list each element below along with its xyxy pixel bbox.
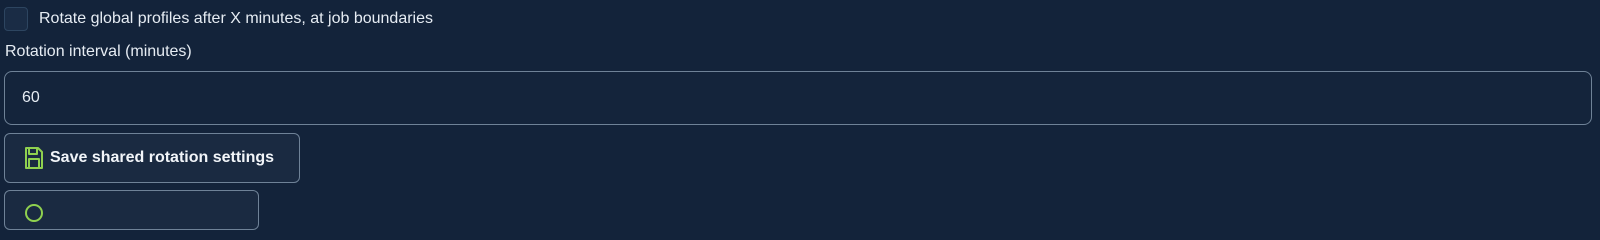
floppy-disk-icon [24,146,44,170]
rotate-profiles-option[interactable]: Rotate global profiles after X minutes, … [4,6,433,32]
rotation-interval-label: Rotation interval (minutes) [5,43,192,60]
circle-icon [24,203,44,223]
secondary-action-button[interactable] [4,190,259,230]
save-rotation-settings-label: Save shared rotation settings [50,149,275,166]
rotate-profiles-checkbox[interactable] [4,7,28,31]
rotation-interval-input[interactable] [4,71,1592,125]
save-rotation-settings-button[interactable]: Save shared rotation settings [4,133,300,183]
rotate-profiles-label: Rotate global profiles after X minutes, … [39,10,434,27]
rotation-settings-panel: Rotate global profiles after X minutes, … [0,0,1600,230]
